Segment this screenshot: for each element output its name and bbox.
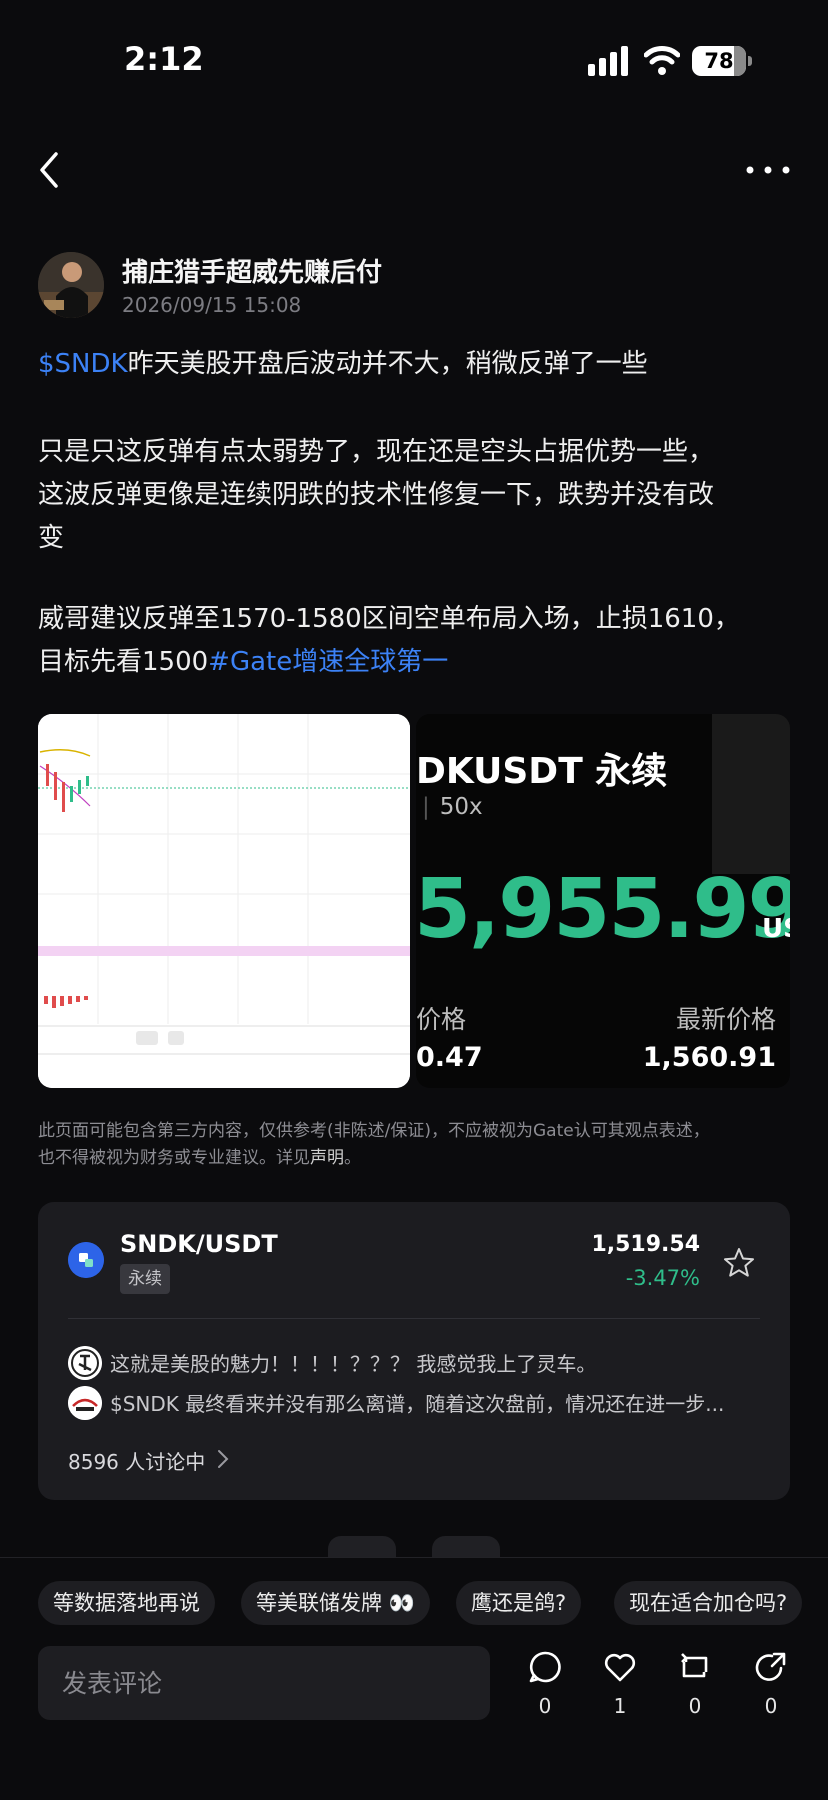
decorative-shape xyxy=(712,714,790,874)
screenshot-label-right: 最新价格 xyxy=(675,1005,776,1034)
trading-pair: SNDK/USDT xyxy=(120,1230,278,1258)
comment-count: 0 xyxy=(538,1694,552,1718)
paragraph-2-line-3: 变 xyxy=(38,523,65,553)
author-avatar[interactable] xyxy=(38,252,104,318)
status-time: 2:12 xyxy=(124,40,204,78)
like-count: 1 xyxy=(613,1694,627,1718)
disclaimer-line-1: 此页面可能包含第三方内容，仅供参考(非陈述/保证)，不应被视为Gate认可其观点… xyxy=(38,1121,710,1141)
perpetual-badge: 永续 xyxy=(120,1264,170,1294)
quick-reply-chip[interactable]: 现在适合加仓吗? xyxy=(614,1581,803,1625)
chart-screenshot-image[interactable] xyxy=(38,714,410,1088)
screenshot-big-price: 5,955.99 xyxy=(416,862,790,957)
repost-count: 0 xyxy=(688,1694,702,1718)
comment-input[interactable] xyxy=(38,1646,490,1720)
preview-comment-text: $SNDK 最终看来并没有那么离谱，随着这次盘前，情况还在进一步... xyxy=(110,1392,725,1416)
price-screenshot-image[interactable]: DKUSDT 永续 |50x 5,955.99 US 价格 最新价格 0.47 … xyxy=(416,714,790,1088)
battery-level: 78 xyxy=(704,49,734,73)
cellular-signal-icon xyxy=(588,46,628,76)
card-divider xyxy=(68,1318,760,1319)
preview-comment[interactable]: 这就是美股的魅力！！！！？？？ 我感觉我上了灵车。 xyxy=(68,1346,758,1380)
disclaimer-end: 。 xyxy=(344,1148,361,1168)
heart-icon xyxy=(604,1653,636,1682)
quick-reply-chip[interactable]: 等美联储发牌 👀 xyxy=(241,1581,430,1625)
market-card[interactable]: SNDK/USDT 永续 1,519.54 -3.47% 这就是美股的魅力！！！… xyxy=(38,1202,790,1500)
paragraph-1-text: 昨天美股开盘后波动并不大，稍微反弹了一些 xyxy=(127,349,648,379)
paragraph-2-line-1: 只是只这反弹有点太弱势了，现在还是空头占据优势一些， xyxy=(38,437,715,467)
statement-link[interactable]: 声明 xyxy=(310,1148,344,1168)
more-options-icon[interactable] xyxy=(744,154,792,184)
paragraph-3-line-1: 威哥建议反弹至1570-1580区间空单布局入场，止损1610， xyxy=(38,604,740,634)
disclaimer-line-2: 也不得被视为财务或专业建议。详见 xyxy=(38,1148,310,1168)
screenshot-pair-label: DKUSDT 永续 xyxy=(416,751,668,792)
battery-icon: 78 xyxy=(692,46,752,76)
price-change: -3.47% xyxy=(625,1266,700,1290)
share-icon xyxy=(755,1652,786,1681)
last-price: 1,519.54 xyxy=(591,1232,700,1257)
back-arrow-icon[interactable] xyxy=(30,148,70,192)
discussion-count[interactable]: 8596 人讨论中 xyxy=(68,1446,205,1475)
third-party-disclaimer: 此页面可能包含第三方内容，仅供参考(非陈述/保证)，不应被视为Gate认可其观点… xyxy=(38,1118,790,1172)
like-button[interactable]: 1 xyxy=(595,1650,645,1730)
post-timestamp: 2026/09/15 15:08 xyxy=(122,293,302,317)
screenshot-value-left: 0.47 xyxy=(416,1042,483,1073)
screenshot-leverage: | 50x xyxy=(422,794,483,820)
screenshot-value-right: 1,560.91 xyxy=(642,1042,776,1073)
share-count: 0 xyxy=(764,1694,778,1718)
commenter-avatar xyxy=(68,1386,102,1420)
repost-button[interactable]: 0 xyxy=(670,1650,720,1730)
post-paragraph-2: 只是只这反弹有点太弱势了，现在还是空头占据优势一些， 这波反弹更像是连续阴跌的技… xyxy=(38,431,790,560)
preview-comment[interactable]: $SNDK 最终看来并没有那么离谱，随着这次盘前，情况还在进一步... xyxy=(68,1386,758,1420)
comment-input-box[interactable] xyxy=(38,1646,490,1720)
preview-comment-text: 这就是美股的魅力！！！！？？？ 我感觉我上了灵车。 xyxy=(110,1352,597,1376)
paragraph-3-line-2: 目标先看1500 xyxy=(38,647,209,677)
post-paragraph-1: $SNDK昨天美股开盘后波动并不大，稍微反弹了一些 xyxy=(38,343,790,386)
favorite-star-icon[interactable] xyxy=(722,1246,756,1280)
ticker-tag[interactable]: $SNDK xyxy=(38,349,128,379)
coin-logo-icon xyxy=(68,1242,104,1278)
commenter-avatar xyxy=(68,1346,102,1380)
quick-reply-chip[interactable]: 鹰还是鸽? xyxy=(456,1581,582,1625)
screenshot-price-unit: US xyxy=(762,914,790,944)
chevron-right-icon[interactable] xyxy=(216,1448,230,1470)
post-paragraph-3: 威哥建议反弹至1570-1580区间空单布局入场，止损1610， 目标先看150… xyxy=(38,598,790,684)
quick-reply-chip[interactable]: 等数据落地再说 xyxy=(38,1581,215,1625)
repost-icon xyxy=(681,1653,708,1678)
paragraph-2-line-2: 这波反弹更像是连续阴跌的技术性修复一下，跌势并没有改 xyxy=(38,480,715,510)
wifi-icon xyxy=(644,46,680,75)
author-name[interactable]: 捕庄猎手超威先赚后付 xyxy=(122,252,382,289)
screenshot-leverage-value: 50x xyxy=(439,794,483,820)
hashtag-link[interactable]: #Gate增速全球第一 xyxy=(208,647,448,677)
comment-bubble-icon xyxy=(529,1651,561,1683)
comment-button[interactable]: 0 xyxy=(520,1650,570,1730)
screenshot-label-left: 价格 xyxy=(416,1005,467,1034)
share-button[interactable]: 0 xyxy=(746,1650,796,1730)
